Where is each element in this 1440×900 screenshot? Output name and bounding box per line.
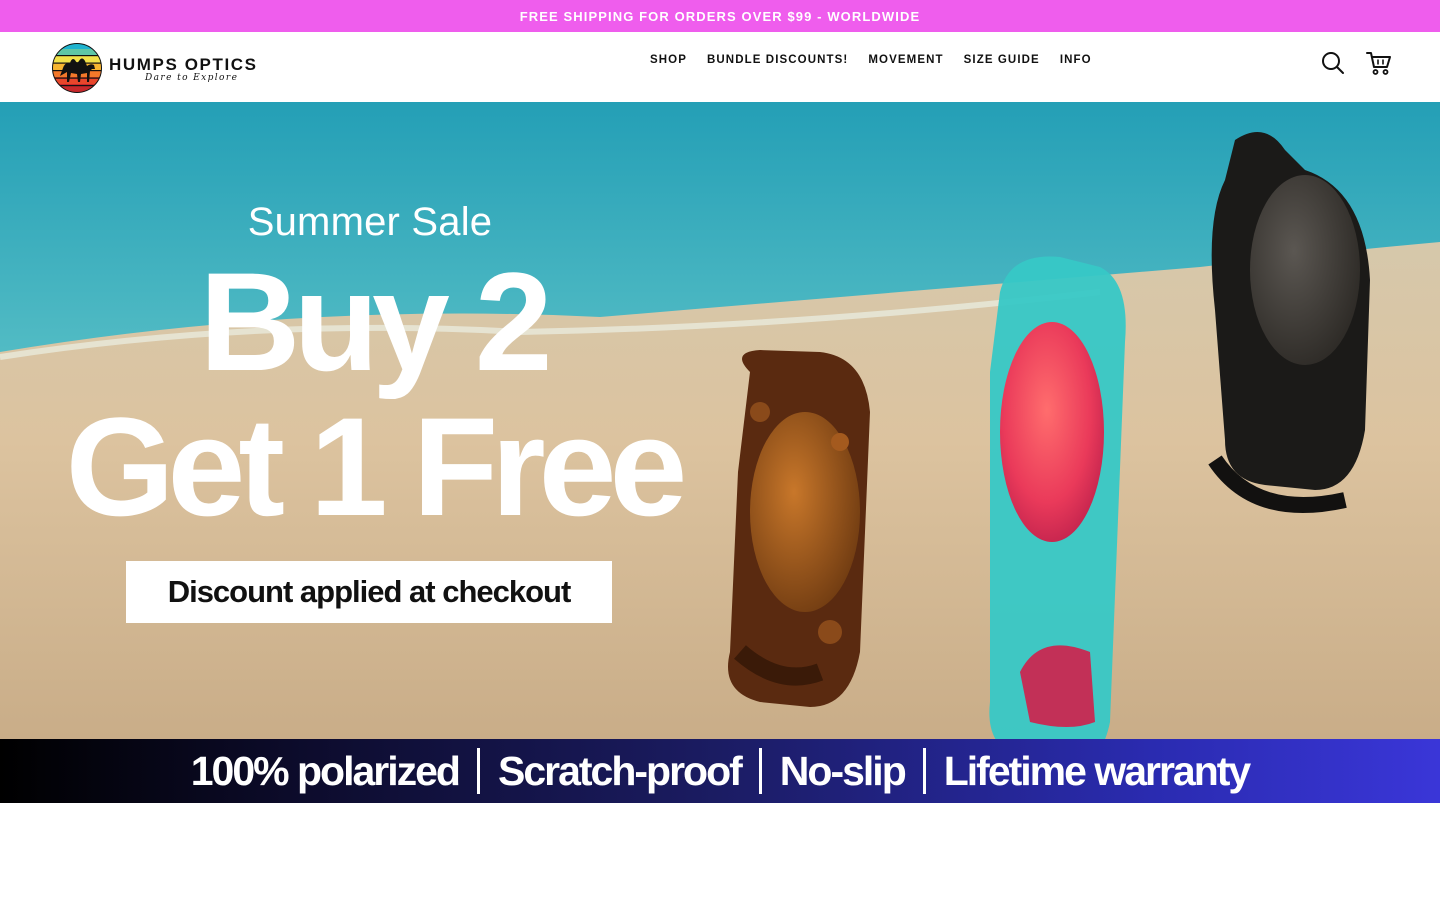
nav-shop[interactable]: SHOP [650, 53, 687, 67]
hero-banner[interactable]: Summer Sale Buy 2 Get 1 Free Discount ap… [0, 102, 1440, 739]
nav-info[interactable]: INFO [1060, 53, 1092, 67]
teal-sunglasses [989, 256, 1126, 739]
hero-eyebrow: Summer Sale [247, 200, 493, 244]
hero-headline-line2: Get 1 Free [65, 388, 688, 545]
feature-divider [922, 748, 926, 794]
logo-text: HUMPS OPTICS Dare to Explore [109, 55, 258, 84]
tortoise-sunglasses [728, 350, 870, 707]
nav-size-guide[interactable]: SIZE GUIDE [964, 53, 1040, 67]
page-body [0, 803, 1440, 900]
brand-logo[interactable]: HUMPS OPTICS Dare to Explore [51, 42, 271, 93]
feature-polarized: 100% polarized [190, 747, 461, 794]
main-nav: SHOP BUNDLE DISCOUNTS! MOVEMENT SIZE GUI… [650, 53, 1092, 67]
nav-movement[interactable]: MOVEMENT [868, 53, 943, 67]
features-strip: 100% polarized Scratch-proof No-slip Lif… [0, 739, 1440, 803]
logo-sunset-camel-icon [52, 43, 102, 93]
search-button[interactable] [1318, 48, 1348, 78]
nav-bundle-discounts[interactable]: BUNDLE DISCOUNTS! [707, 53, 848, 67]
cart-icon [1366, 52, 1391, 75]
brand-name: HUMPS OPTICS [109, 55, 258, 74]
brand-tagline: Dare to Explore [145, 73, 239, 83]
announcement-text: FREE SHIPPING FOR ORDERS OVER $99 - WORL… [519, 8, 921, 24]
search-icon [1322, 52, 1344, 74]
site-header: HUMPS OPTICS Dare to Explore SHOP BUNDLE… [0, 32, 1440, 102]
hero-headline-line1: Buy 2 [199, 243, 552, 400]
feature-lifetime-warranty: Lifetime warranty [943, 747, 1251, 794]
feature-divider [476, 748, 480, 794]
feature-divider [758, 748, 762, 794]
feature-no-slip: No-slip [779, 747, 907, 794]
cart-button[interactable] [1364, 48, 1394, 78]
feature-scratch-proof: Scratch-proof [497, 747, 743, 794]
announcement-bar: FREE SHIPPING FOR ORDERS OVER $99 - WORL… [0, 0, 1440, 32]
discount-at-checkout-banner[interactable]: Discount applied at checkout [126, 561, 612, 623]
